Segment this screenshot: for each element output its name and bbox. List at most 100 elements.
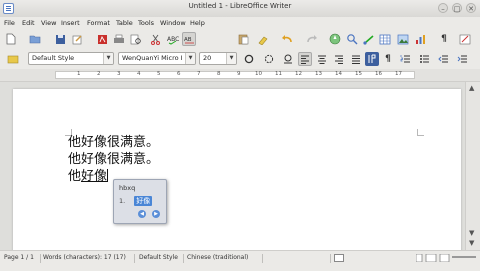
svg-text:ABC: ABC (167, 36, 179, 43)
candidate-text[interactable]: 好像 (134, 196, 153, 206)
ruler[interactable]: 1 2 3 4 5 6 7 8 9 10 11 12 13 14 15 16 1… (0, 69, 480, 82)
text-line[interactable]: 他好像很满意。 (68, 152, 159, 168)
title-bar: Untitled 1 - LibreOffice Writer – □ ✕ (0, 0, 480, 18)
page-count[interactable]: Page 1 / 1 (4, 251, 34, 265)
insert-table-icon[interactable] (378, 32, 392, 46)
draw-functions-icon[interactable] (458, 32, 472, 46)
divider (330, 254, 331, 263)
paragraph-style-value: Default Style (32, 54, 75, 62)
language-indicator[interactable]: Chinese (traditional) (187, 251, 248, 265)
svg-text:AB: AB (184, 37, 192, 43)
ruler-tick: 9 (237, 71, 241, 77)
divider (262, 254, 263, 263)
text-line-current[interactable]: 他好像 (68, 169, 109, 185)
vertical-scrollbar[interactable]: ▲ ▼ ▼ (465, 82, 480, 250)
bold-icon[interactable] (242, 52, 256, 66)
print-icon[interactable] (112, 32, 126, 46)
scroll-up-icon[interactable]: ▲ (469, 84, 474, 92)
open-icon[interactable] (28, 32, 42, 46)
formatting-marks-icon[interactable]: ¶ (437, 32, 451, 46)
cut-icon[interactable] (148, 32, 162, 46)
align-left-icon[interactable] (298, 52, 312, 66)
font-size-value: 20 (203, 54, 212, 62)
scroll-down-icon[interactable]: ▼ (469, 229, 474, 237)
redo-icon[interactable] (305, 32, 319, 46)
word-count[interactable]: Words (characters): 17 (17) (43, 251, 126, 265)
text-cursor (107, 169, 109, 182)
hyperlink-icon[interactable] (362, 32, 376, 46)
bullets-icon[interactable] (417, 52, 431, 66)
menu-format[interactable]: Format (87, 17, 110, 29)
find-replace-icon[interactable] (345, 32, 359, 46)
left-to-right-icon[interactable] (365, 52, 379, 66)
edit-mode-icon[interactable] (70, 32, 84, 46)
menu-file[interactable]: File (4, 17, 15, 29)
menu-table[interactable]: Table (116, 17, 133, 29)
ruler-tick: 14 (335, 71, 342, 77)
menu-view[interactable]: View (41, 17, 56, 29)
page-style[interactable]: Default Style (139, 251, 178, 265)
ruler-tick: 16 (375, 71, 382, 77)
ime-candidate-row[interactable]: 1. 好像 (119, 196, 153, 206)
spellcheck-icon[interactable]: ABC (166, 32, 180, 46)
clone-formatting-icon[interactable] (256, 32, 270, 46)
underline-icon[interactable] (281, 52, 295, 66)
menu-insert[interactable]: Insert (61, 17, 80, 29)
prev-page-icon[interactable]: ◀ (138, 210, 146, 218)
right-to-left-icon[interactable]: ¶ (381, 52, 395, 66)
pdf-export-icon[interactable] (95, 32, 109, 46)
save-icon[interactable] (53, 32, 67, 46)
decrease-indent-icon[interactable] (436, 52, 450, 66)
font-name-select[interactable]: WenQuanYi Micro I ▼ (118, 52, 196, 65)
font-size-select[interactable]: 20 ▼ (199, 52, 237, 65)
document-modified-icon[interactable] (334, 254, 344, 262)
ruler-tick: 15 (355, 71, 362, 77)
next-page-icon[interactable]: ▶ (152, 210, 160, 218)
increase-indent-icon[interactable] (455, 52, 469, 66)
ruler-tick: 11 (275, 71, 282, 77)
autospellcheck-icon[interactable]: AB (182, 32, 196, 46)
divider (40, 254, 41, 263)
italic-icon[interactable] (262, 52, 276, 66)
view-layout-icon[interactable] (415, 253, 450, 268)
menu-edit[interactable]: Edit (22, 17, 35, 29)
zoom-slider[interactable] (452, 256, 476, 258)
scroll-end-icon[interactable]: ▼ (469, 239, 474, 247)
ruler-tick: 6 (177, 71, 181, 77)
navigator-icon[interactable] (328, 32, 342, 46)
document-area: 他好像很满意。 他好像很满意。 他好像 (0, 82, 465, 254)
divider (134, 254, 135, 263)
align-right-icon[interactable] (332, 52, 346, 66)
font-name-value: WenQuanYi Micro I (122, 54, 183, 62)
close-button[interactable]: ✕ (466, 3, 476, 13)
committed-text: 他 (68, 169, 82, 184)
ruler-tick: 3 (117, 71, 121, 77)
chevron-down-icon[interactable]: ▼ (103, 53, 113, 64)
menu-tools[interactable]: Tools (138, 17, 154, 29)
ruler-tick: 4 (137, 71, 141, 77)
paste-icon[interactable] (236, 32, 250, 46)
text-boundary-corner (417, 129, 424, 136)
ruler-tick: 8 (217, 71, 221, 77)
insert-image-icon[interactable] (396, 32, 410, 46)
document-page[interactable]: 他好像很满意。 他好像很满意。 他好像 (13, 89, 461, 254)
menu-help[interactable]: Help (190, 17, 205, 29)
chevron-down-icon[interactable]: ▼ (185, 53, 195, 64)
chevron-down-icon[interactable]: ▼ (226, 53, 236, 64)
menu-window[interactable]: Window (160, 17, 186, 29)
print-preview-icon[interactable] (129, 32, 143, 46)
window-title: Untitled 1 - LibreOffice Writer (188, 2, 292, 10)
undo-icon[interactable] (280, 32, 294, 46)
text-line[interactable]: 他好像很满意。 (68, 135, 159, 151)
candidate-index: 1. (119, 197, 126, 205)
new-document-icon[interactable] (4, 32, 18, 46)
minimize-button[interactable]: – (438, 3, 448, 13)
divider (183, 254, 184, 263)
paragraph-style-select[interactable]: Default Style ▼ (28, 52, 114, 65)
styles-formatting-icon[interactable] (6, 52, 20, 66)
maximize-button[interactable]: □ (452, 3, 462, 13)
align-center-icon[interactable] (315, 52, 329, 66)
insert-chart-icon[interactable] (414, 32, 428, 46)
justify-icon[interactable] (349, 52, 363, 66)
numbering-icon[interactable] (398, 52, 412, 66)
